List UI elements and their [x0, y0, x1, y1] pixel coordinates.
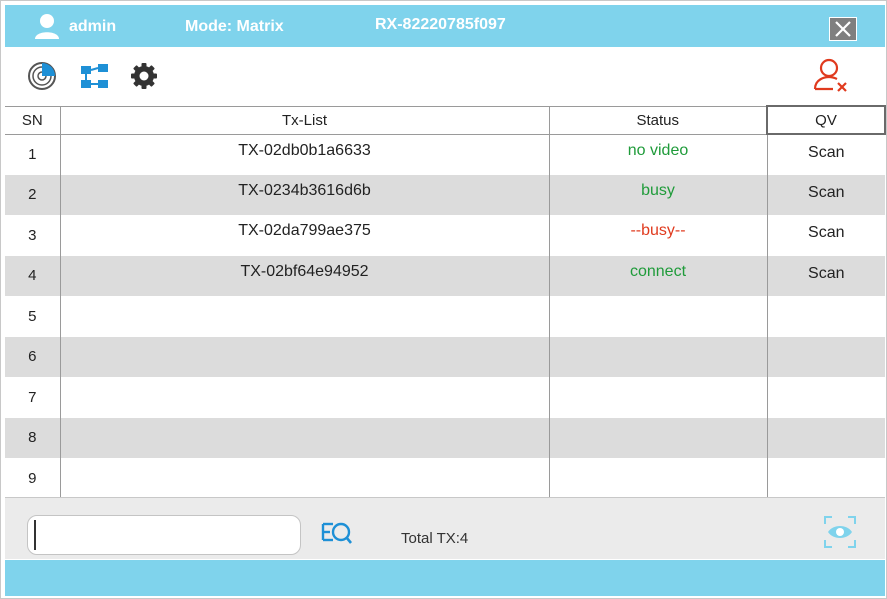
row-tx[interactable]	[60, 377, 550, 418]
row-scan-button[interactable]	[767, 458, 885, 499]
row-sn: 6	[5, 336, 61, 377]
row-status	[549, 417, 768, 458]
mode-label: Mode: Matrix	[185, 18, 284, 35]
user-icon	[35, 14, 59, 39]
column-header-sn[interactable]: SN	[5, 105, 61, 135]
table-row[interactable]: 3 TX-02da799ae375 --busy-- Scan	[5, 215, 885, 256]
close-button[interactable]	[829, 17, 857, 41]
row-status: busy	[549, 174, 768, 215]
search-input[interactable]	[34, 520, 294, 550]
row-status	[549, 336, 768, 377]
row-scan-button[interactable]: Scan	[767, 134, 885, 175]
row-status	[549, 458, 768, 499]
user-remove-icon[interactable]	[811, 55, 851, 95]
row-tx[interactable]	[60, 417, 550, 458]
row-sn: 4	[5, 255, 61, 296]
row-sn: 8	[5, 417, 61, 458]
row-scan-button[interactable]	[767, 377, 885, 418]
column-header-qv[interactable]: QV	[766, 105, 886, 135]
column-header-tx-list[interactable]: Tx-List	[60, 105, 550, 135]
row-sn: 2	[5, 174, 61, 215]
table-row[interactable]: 4 TX-02bf64e94952 connect Scan	[5, 255, 885, 296]
row-scan-button[interactable]: Scan	[767, 255, 885, 296]
table-row[interactable]: 1 TX-02db0b1a6633 no video Scan	[5, 134, 885, 175]
toolbar	[5, 47, 885, 105]
row-tx[interactable]: TX-0234b3616d6b	[60, 174, 550, 215]
row-scan-button[interactable]	[767, 296, 885, 337]
footer-bar: Total TX:4	[5, 497, 885, 559]
row-tx[interactable]	[60, 336, 550, 377]
table-row[interactable]: 6	[5, 336, 885, 377]
quick-view-icon[interactable]	[823, 515, 857, 549]
topology-icon[interactable]	[79, 61, 109, 91]
tx-table: SN Tx-List Status QV 1 TX-02db0b1a6633 n…	[5, 105, 886, 499]
row-tx[interactable]: TX-02da799ae375	[60, 215, 550, 256]
list-search-icon[interactable]	[321, 518, 353, 550]
row-status	[549, 377, 768, 418]
row-status: --busy--	[549, 215, 768, 256]
row-tx[interactable]: TX-02bf64e94952	[60, 255, 550, 296]
row-status: no video	[549, 134, 768, 175]
row-scan-button[interactable]	[767, 417, 885, 458]
close-icon	[835, 21, 851, 37]
row-tx[interactable]	[60, 458, 550, 499]
user-name: admin	[69, 18, 117, 35]
column-header-status[interactable]: Status	[549, 105, 768, 135]
row-sn: 5	[5, 296, 61, 337]
row-sn: 3	[5, 215, 61, 256]
table-row[interactable]: 5	[5, 296, 885, 337]
row-scan-button[interactable]: Scan	[767, 174, 885, 215]
app-window: admin Mode: Matrix RX-82220785f097 SN Tx…	[0, 0, 887, 599]
table-row[interactable]: 2 TX-0234b3616d6b busy Scan	[5, 174, 885, 215]
row-sn: 9	[5, 458, 61, 499]
search-box[interactable]	[27, 515, 301, 555]
title-bar: admin Mode: Matrix RX-82220785f097	[5, 5, 885, 47]
table-row[interactable]: 9	[5, 458, 885, 499]
table-header: SN Tx-List Status QV	[5, 105, 886, 135]
row-scan-button[interactable]: Scan	[767, 215, 885, 256]
row-sn: 7	[5, 377, 61, 418]
row-sn: 1	[5, 134, 61, 175]
total-tx-label: Total TX:4	[401, 530, 469, 547]
radar-scan-icon[interactable]	[27, 61, 57, 91]
table-row[interactable]: 7	[5, 377, 885, 418]
row-status	[549, 296, 768, 337]
rx-id-label: RX-82220785f097	[375, 16, 506, 33]
row-tx[interactable]: TX-02db0b1a6633	[60, 134, 550, 175]
table-row[interactable]: 8	[5, 417, 885, 458]
gear-icon[interactable]	[129, 61, 159, 91]
row-tx[interactable]	[60, 296, 550, 337]
row-status: connect	[549, 255, 768, 296]
row-scan-button[interactable]	[767, 336, 885, 377]
status-bar	[5, 560, 885, 596]
